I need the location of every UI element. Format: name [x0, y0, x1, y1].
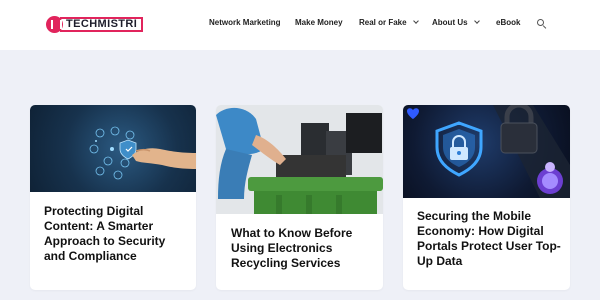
security-network-image[interactable]	[30, 105, 196, 192]
electronics-recycling-image[interactable]	[216, 105, 383, 214]
post-card[interactable]: What to Know Before Using Electronics Re…	[216, 105, 383, 290]
nav-item-label: Network Marketing	[209, 18, 281, 27]
post-title[interactable]: Securing the Mobile Economy: How Digital…	[417, 209, 562, 269]
chevron-down-icon	[412, 18, 419, 24]
post-card[interactable]: Securing the Mobile Economy: How Digital…	[403, 105, 570, 290]
mobile-security-image[interactable]	[403, 105, 570, 198]
chevron-down-icon	[473, 18, 480, 24]
nav-item-network-marketing[interactable]: Network Marketing	[209, 18, 281, 27]
nav-item-make-money[interactable]: Make Money	[295, 18, 343, 27]
search-icon[interactable]	[537, 19, 547, 29]
nav-item-ebook[interactable]: eBook	[496, 18, 520, 27]
nav-item-label: eBook	[496, 18, 521, 27]
post-title[interactable]: What to Know Before Using Electronics Re…	[231, 226, 376, 271]
nav-item-real-or-fake[interactable]: Real or Fake	[359, 18, 419, 27]
nav-item-about-us[interactable]: About Us	[432, 18, 480, 27]
post-title[interactable]: Protecting Digital Content: A Smarter Ap…	[44, 204, 189, 264]
main-navigation: Network Marketing Make Money Real or Fak…	[0, 18, 600, 32]
post-card[interactable]: Protecting Digital Content: A Smarter Ap…	[30, 105, 196, 290]
site-header: TECHMISTRI Network Marketing Make Money …	[0, 0, 600, 50]
nav-item-label: Real or Fake	[359, 18, 407, 27]
nav-item-label: About Us	[432, 18, 468, 27]
nav-item-label: Make Money	[295, 18, 343, 27]
